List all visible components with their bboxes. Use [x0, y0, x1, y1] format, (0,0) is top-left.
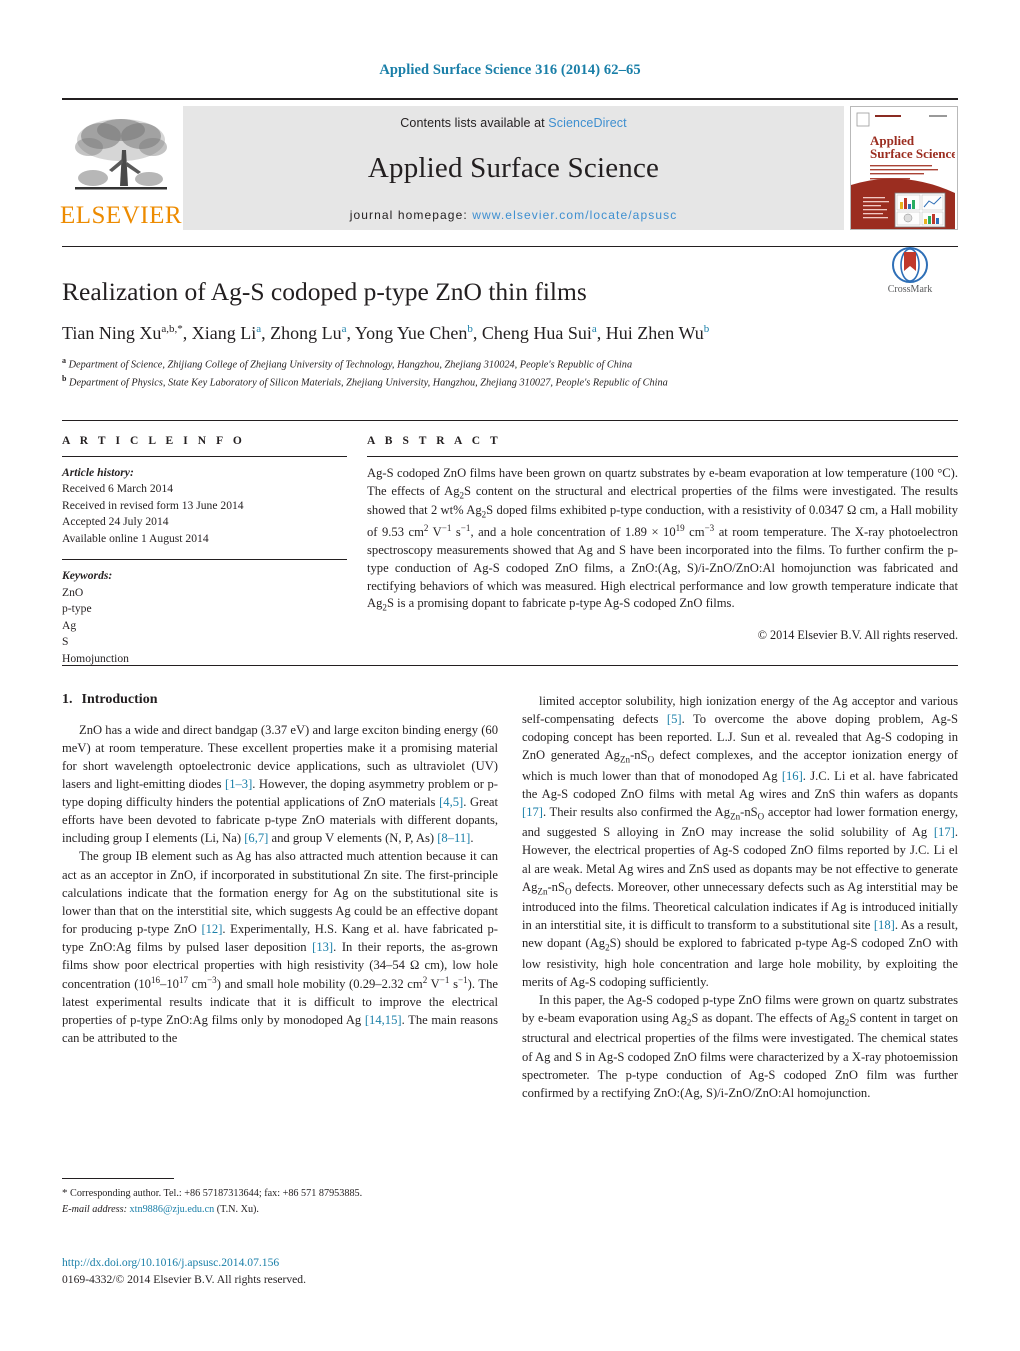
- footnote-text: * Corresponding author. Tel.: +86 571873…: [62, 1185, 498, 1217]
- abstract-rule: [367, 456, 958, 457]
- crossmark-badge[interactable]: CrossMark: [862, 247, 958, 295]
- reference-link[interactable]: [1–3]: [225, 777, 252, 791]
- article-info-heading: A R T I C L E I N F O: [62, 435, 246, 447]
- reference-link[interactable]: [4,5]: [439, 795, 463, 809]
- journal-cover-art: Applied Surface Science: [851, 107, 957, 229]
- issn-copyright-line: 0169-4332/© 2014 Elsevier B.V. All right…: [62, 1272, 306, 1286]
- author-name: Yong Yue Chen: [354, 323, 468, 344]
- journal-title: Applied Surface Science: [367, 152, 660, 184]
- corresponding-author-footnote: * Corresponding author. Tel.: +86 571873…: [62, 1178, 498, 1217]
- reference-link[interactable]: [14,15]: [365, 1013, 402, 1027]
- crossmark-label: CrossMark: [887, 284, 933, 295]
- author-affiliation-mark: a,b,*: [161, 323, 183, 336]
- email-suffix: (T.N. Xu).: [216, 1203, 259, 1215]
- email-label: E-mail address:: [62, 1203, 127, 1215]
- section-number: 1.: [62, 692, 73, 707]
- homepage-prefix: journal homepage:: [349, 208, 473, 222]
- section-title: Introduction: [81, 692, 158, 707]
- keyword-item: Ag: [62, 618, 77, 632]
- contents-lists-line: Contents lists available at ScienceDirec…: [183, 116, 844, 130]
- sciencedirect-link[interactable]: ScienceDirect: [548, 116, 626, 130]
- email-link[interactable]: xtn9886@zju.edu.cn: [130, 1204, 215, 1215]
- crossmark-icon: [892, 247, 928, 283]
- author-affiliation-mark: b: [467, 323, 473, 336]
- keywords-label: Keywords:: [62, 569, 113, 583]
- keyword-item: ZnO: [62, 585, 84, 599]
- body-columns: 1. Introduction ZnO has a wide and direct…: [62, 665, 958, 1102]
- reference-link[interactable]: [13]: [312, 940, 333, 954]
- footnote-rule: [62, 1178, 174, 1179]
- keyword-item: p-type: [62, 602, 92, 616]
- reference-link[interactable]: [12]: [201, 922, 222, 936]
- paragraph: In this paper, the Ag-S codoped p-type Z…: [522, 992, 958, 1100]
- contents-prefix: Contents lists available at: [400, 116, 549, 130]
- keyword-item: S: [62, 635, 69, 649]
- history-item: Received 6 March 2014: [62, 482, 174, 496]
- elsevier-logo: ELSEVIER: [59, 106, 183, 230]
- affiliation-a: a Department of Science, Zhijiang Colleg…: [62, 355, 633, 371]
- corresponding-author-text: Corresponding author. Tel.: +86 57187313…: [70, 1188, 363, 1199]
- paragraph: ZnO has a wide and direct bandgap (3.37 …: [62, 723, 498, 846]
- reference-link[interactable]: [8–11]: [437, 831, 470, 845]
- affiliation-mark: b: [62, 374, 67, 384]
- paper-page: Applied Surface Science 316 (2014) 62–65: [0, 0, 1020, 1351]
- history-item: Accepted 24 July 2014: [62, 515, 169, 529]
- body-column-left: 1. Introduction ZnO has a wide and direct…: [62, 692, 498, 1102]
- paragraph: The group IB element such as Ag has also…: [62, 849, 498, 1046]
- abstract-heading: A B S T R A C T: [367, 435, 502, 447]
- page-title: Realization of Ag-S codoped p-type ZnO t…: [62, 277, 587, 306]
- keywords-rule: [62, 559, 347, 561]
- author-name: Xiang Li: [191, 323, 257, 344]
- author-affiliation-mark: a: [256, 323, 262, 336]
- journal-banner: Contents lists available at ScienceDirec…: [183, 106, 844, 230]
- reference-link[interactable]: [17]: [522, 805, 543, 819]
- author-affiliation-mark: a: [341, 323, 347, 336]
- article-info-rule: [62, 456, 347, 457]
- elsevier-tree-icon: [75, 119, 167, 190]
- author-name: Hui Zhen Wu: [605, 323, 704, 344]
- article-history: Article history: Received 6 March 2014 R…: [62, 465, 347, 547]
- author-name: Tian Ning Xu: [62, 323, 162, 344]
- history-item: Available online 1 August 2014: [62, 531, 209, 545]
- abstract-copyright: © 2014 Elsevier B.V. All rights reserved…: [757, 627, 958, 642]
- title-block: CrossMark Realization of Ag-S codoped p-…: [62, 246, 958, 392]
- article-info-column: A R T I C L E I N F O Article history: R…: [62, 435, 347, 667]
- homepage-url-link[interactable]: www.elsevier.com/locate/apsusc: [472, 208, 677, 222]
- section-heading-introduction: 1. Introduction: [62, 692, 498, 708]
- svg-text:Surface Science: Surface Science: [870, 146, 955, 161]
- body-column-right: limited acceptor solubility, high ioniza…: [522, 692, 958, 1102]
- article-history-label: Article history:: [62, 466, 134, 479]
- author-name: Cheng Hua Sui: [481, 323, 592, 344]
- abstract-column: A B S T R A C T Ag-S codoped ZnO films h…: [367, 435, 958, 667]
- running-head: Applied Surface Science 316 (2014) 62–65: [379, 62, 641, 78]
- reference-link[interactable]: [5]: [667, 712, 682, 726]
- reference-link[interactable]: [6,7]: [244, 831, 268, 845]
- doi-link[interactable]: http://dx.doi.org/10.1016/j.apsusc.2014.…: [62, 1255, 582, 1272]
- info-abstract-block: A R T I C L E I N F O Article history: R…: [62, 420, 958, 667]
- keywords-block: Keywords: ZnO p-type Ag S Homojunction: [62, 568, 347, 667]
- journal-cover-thumbnail: Applied Surface Science: [850, 106, 958, 230]
- journal-masthead: ELSEVIER Contents lists available at Sci…: [59, 98, 958, 230]
- author-name: Zhong Lu: [270, 323, 342, 344]
- author-affiliation-mark: a: [591, 323, 597, 336]
- abstract-text: Ag-S codoped ZnO films have been grown o…: [367, 466, 958, 613]
- elsevier-wordmark: ELSEVIER: [59, 202, 183, 229]
- affiliation-mark: a: [62, 355, 66, 365]
- author-list: Tian Ning Xua,b,*, Xiang Lia, Zhong Lua,…: [62, 323, 710, 344]
- reference-link[interactable]: [16]: [782, 769, 803, 783]
- author-affiliation-mark: b: [703, 323, 710, 336]
- history-item: Received in revised form 13 June 2014: [62, 498, 244, 512]
- reference-link[interactable]: [18]: [874, 918, 895, 932]
- paragraph: limited acceptor solubility, high ioniza…: [522, 694, 959, 989]
- footnote-marker: *: [62, 1187, 68, 1199]
- affiliation-b: b Department of Physics, State Key Labor…: [62, 374, 668, 389]
- reference-link[interactable]: [17]: [934, 825, 955, 839]
- doi-footer: http://dx.doi.org/10.1016/j.apsusc.2014.…: [62, 1255, 582, 1289]
- journal-homepage-line: journal homepage: www.elsevier.com/locat…: [183, 208, 844, 222]
